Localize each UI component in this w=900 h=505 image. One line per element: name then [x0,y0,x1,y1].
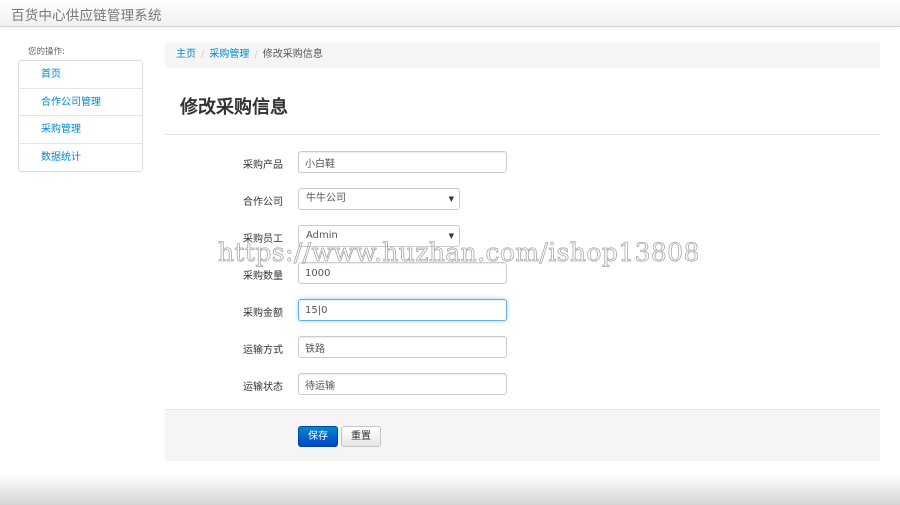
page-title: 修改采购信息 [180,97,288,118]
sidebar-heading: 您的操作: [28,47,65,57]
amount-input[interactable] [298,299,507,321]
sidebar-item-purchase-management[interactable]: 采购管理 [19,116,142,144]
company-select[interactable]: 牛牛公司 ▼ [298,188,460,210]
company-label: 合作公司 [243,197,283,208]
transport-input[interactable] [298,336,507,358]
app-title[interactable]: 百货中心供应链管理系统 [11,4,162,24]
quantity-input[interactable] [298,262,507,284]
breadcrumb-separator: / [254,49,258,60]
title-divider [165,134,880,135]
breadcrumb-separator: / [201,49,205,60]
sidebar-item-partner-companies[interactable]: 合作公司管理 [19,89,142,116]
product-input[interactable] [298,151,507,173]
status-input[interactable] [298,373,507,395]
breadcrumb-home-link[interactable]: 主页 [176,49,196,60]
employee-label: 采购员工 [243,234,283,245]
status-label: 运输状态 [243,382,283,393]
bottom-bar [0,475,900,505]
save-button[interactable]: 保存 [298,426,338,447]
quantity-label: 采购数量 [243,271,283,282]
breadcrumb: 主页 / 采购管理 / 修改采购信息 [165,42,880,68]
breadcrumb-current: 修改采购信息 [262,49,323,60]
breadcrumb-section-link[interactable]: 采购管理 [209,49,249,60]
transport-label: 运输方式 [243,345,283,356]
employee-select-value: Admin [306,230,338,241]
amount-label: 采购金额 [243,308,283,319]
caret-down-icon: ▼ [448,232,454,240]
employee-select[interactable]: Admin ▼ [298,225,460,247]
caret-down-icon: ▼ [448,195,454,203]
company-select-value: 牛牛公司 [306,193,346,204]
product-label: 采购产品 [243,160,283,171]
sidebar-nav: 首页 合作公司管理 采购管理 数据统计 [18,60,143,172]
form-actions: 保存 重置 [165,409,880,461]
reset-button[interactable]: 重置 [341,426,381,447]
top-navbar: 百货中心供应链管理系统 [0,0,900,27]
sidebar-item-home[interactable]: 首页 [19,61,142,89]
sidebar-item-statistics[interactable]: 数据统计 [19,144,142,172]
